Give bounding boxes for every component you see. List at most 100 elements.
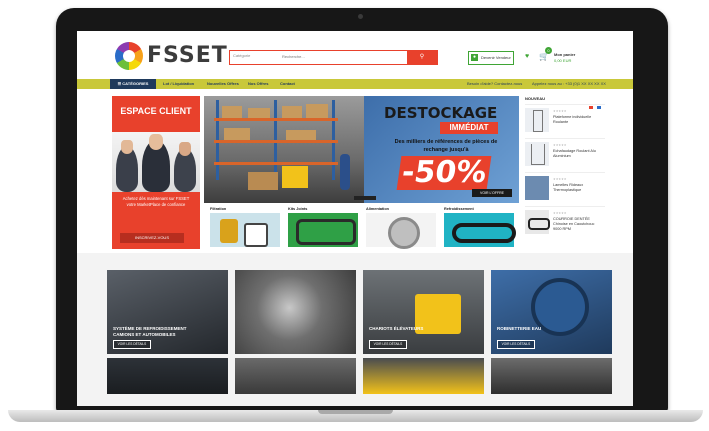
cart-count-badge: 0 (545, 47, 552, 54)
site-header: FSSET Catégorie ⚲ ● Devenir Vendeur ♥ 🛒 … (77, 31, 633, 79)
help-link[interactable]: Besoin d'aide? Contactez-nous (467, 79, 522, 89)
hero-promo: DESTOCKAGE IMMÉDIAT Des milliers de réfé… (364, 96, 519, 203)
featured-tile-label: CHARIOTS ÉLÉVATEURS (369, 326, 424, 331)
customer-space-text: Achetez dès maintenant sur FSSET votre M… (122, 196, 190, 207)
pump-image (366, 213, 436, 249)
hose-image (444, 213, 516, 247)
business-people-photo (112, 132, 200, 192)
pallet-box (248, 108, 270, 118)
site-logo[interactable]: FSSET (115, 41, 227, 71)
category-row: Filtration Kits Joints Alimentation Refr… (204, 206, 519, 249)
filter-shape (244, 223, 268, 247)
pallet-box (224, 128, 250, 140)
shelf-beam (214, 140, 338, 143)
filter-shape (220, 219, 238, 243)
worker-figure (340, 154, 350, 190)
new-products-panel: NOUVEAU ★★★★★ Plateforme individuelle Ro… (525, 96, 605, 248)
pallet-box (248, 172, 278, 190)
nav-item-lot[interactable]: Lot / Liquidation (163, 79, 194, 89)
phone-link[interactable]: Appelez nous au : +33 (0)1 XX XX XX XX (532, 79, 606, 89)
nav-item-new-offers[interactable]: Nouvelles Offres (207, 79, 239, 89)
new-product-item[interactable]: ★★★★★ Plateforme individuelle Roulante (525, 104, 605, 135)
hero-offer-button[interactable]: VOIR L'OFFRE (472, 189, 512, 197)
nav-item-offers[interactable]: Nos Offres (248, 79, 268, 89)
rating-stars: ★★★★★ (553, 211, 567, 215)
signup-button[interactable]: INSCRIVEZ-VOUS (120, 233, 184, 243)
featured-tile-button[interactable]: VOIR LES DÉTAILS (369, 340, 407, 349)
rating-stars: ★★★★★ (553, 177, 567, 181)
new-products-title: NOUVEAU (525, 96, 546, 101)
product-name: Plateforme individuelle Roulante (553, 115, 592, 124)
search-category-select[interactable]: Catégorie (233, 53, 250, 58)
search-bar: Catégorie ⚲ (229, 50, 438, 65)
category-tile-gaskets[interactable]: Kits Joints (286, 206, 360, 248)
featured-tile-button[interactable]: VOIR LES DÉTAILS (113, 340, 151, 349)
category-tile-filtration[interactable]: Filtration (208, 206, 282, 248)
become-seller-button[interactable]: ● Devenir Vendeur (468, 51, 514, 65)
featured-tile-row2[interactable] (107, 358, 228, 394)
featured-tile-label: ROBINETTERIE EAU (497, 326, 542, 331)
featured-tile-row2[interactable] (491, 358, 612, 394)
new-product-item[interactable]: ★★★★★ Lamelles Rideaux Thermoplastique (525, 172, 605, 203)
search-icon: ⚲ (419, 54, 425, 60)
website-screen: FSSET Catégorie ⚲ ● Devenir Vendeur ♥ 🛒 … (77, 31, 633, 406)
hero-discount: -50% (396, 155, 492, 190)
rating-stars: ★★★★★ (553, 109, 567, 113)
filter-image (210, 213, 280, 247)
hero-badge: IMMÉDIAT (440, 122, 498, 134)
customer-space-panel: ESPACE CLIENT Achetez dès maintenant sur… (112, 96, 200, 249)
new-product-item[interactable]: ★★★★★ Echafaudage Roulant Alu Aluminium (525, 138, 605, 169)
featured-tile-parts[interactable] (235, 270, 356, 354)
featured-section: SYSTÈME DE REFROIDISSEMENT CAMIONS ET AU… (77, 253, 633, 406)
product-name: COURROIE DENTÉE Chinoise en Caoutchouc 9… (553, 217, 595, 231)
search-button[interactable]: ⚲ (407, 51, 437, 64)
hero-slider[interactable]: DESTOCKAGE IMMÉDIAT Des milliers de réfé… (204, 96, 519, 203)
cart-label: Mon panier (554, 52, 576, 57)
pallet-box (286, 130, 316, 140)
featured-tile-label: SYSTÈME DE REFROIDISSEMENT CAMIONS ET AU… (113, 326, 187, 337)
pallet-box (306, 104, 328, 118)
featured-tile-forklifts[interactable]: CHARIOTS ÉLÉVATEURS VOIR LES DÉTAILS (363, 270, 484, 354)
featured-tile-button[interactable]: VOIR LES DÉTAILS (497, 340, 535, 349)
product-name: Lamelles Rideaux Thermoplastique (553, 183, 584, 192)
cart-button[interactable]: 🛒 0 Mon panier 0,00 EUR (539, 47, 587, 64)
nav-item-contact[interactable]: Contact (280, 79, 295, 89)
category-tile-cooling[interactable]: Refroidissement (442, 206, 516, 248)
rating-stars: ★★★★★ (553, 143, 567, 147)
featured-tile-row2[interactable] (363, 358, 484, 394)
featured-tile-cooling[interactable]: SYSTÈME DE REFROIDISSEMENT CAMIONS ET AU… (107, 270, 228, 354)
camera-dot (358, 14, 363, 19)
ladder-shape (533, 110, 543, 132)
carousel-arrows[interactable] (589, 96, 603, 109)
logo-ring-icon (115, 42, 143, 70)
customer-space-title: ESPACE CLIENT (120, 106, 192, 116)
person-head (149, 134, 163, 150)
category-tile-feed[interactable]: Alimentation (364, 206, 438, 249)
product-thumbnail (525, 176, 549, 200)
shelf-beam (214, 118, 338, 121)
new-product-item[interactable]: ★★★★★ COURROIE DENTÉE Chinoise en Caoutc… (525, 206, 605, 237)
become-seller-label: Devenir Vendeur (481, 55, 511, 60)
pallet-box (222, 106, 242, 118)
warehouse-image (204, 96, 364, 203)
product-thumbnail (525, 210, 550, 234)
cart-total: 0,00 EUR (554, 58, 572, 63)
product-thumbnail (525, 108, 549, 132)
featured-tile-valves[interactable]: ROBINETTERIE EAU VOIR LES DÉTAILS (491, 270, 612, 354)
categories-label: CATÉGORIES (122, 81, 149, 86)
gasket-shape (296, 219, 356, 245)
heart-icon[interactable]: ♥ (525, 53, 529, 60)
hero-subtitle: Des milliers de références de pièces de … (394, 139, 498, 153)
pump-shape (388, 217, 420, 249)
laptop-notch (318, 410, 393, 414)
slider-dots[interactable] (354, 196, 376, 200)
pallet-box (282, 106, 302, 118)
category-label: Kits Joints (288, 207, 308, 211)
hose-shape (452, 223, 516, 243)
category-label: Filtration (210, 207, 227, 211)
forklift-image (282, 166, 308, 188)
scaffold-shape (531, 144, 545, 165)
search-input[interactable] (282, 52, 402, 61)
categories-menu-button[interactable]: ☰ CATÉGORIES (110, 79, 156, 89)
featured-tile-row2[interactable] (235, 358, 356, 394)
